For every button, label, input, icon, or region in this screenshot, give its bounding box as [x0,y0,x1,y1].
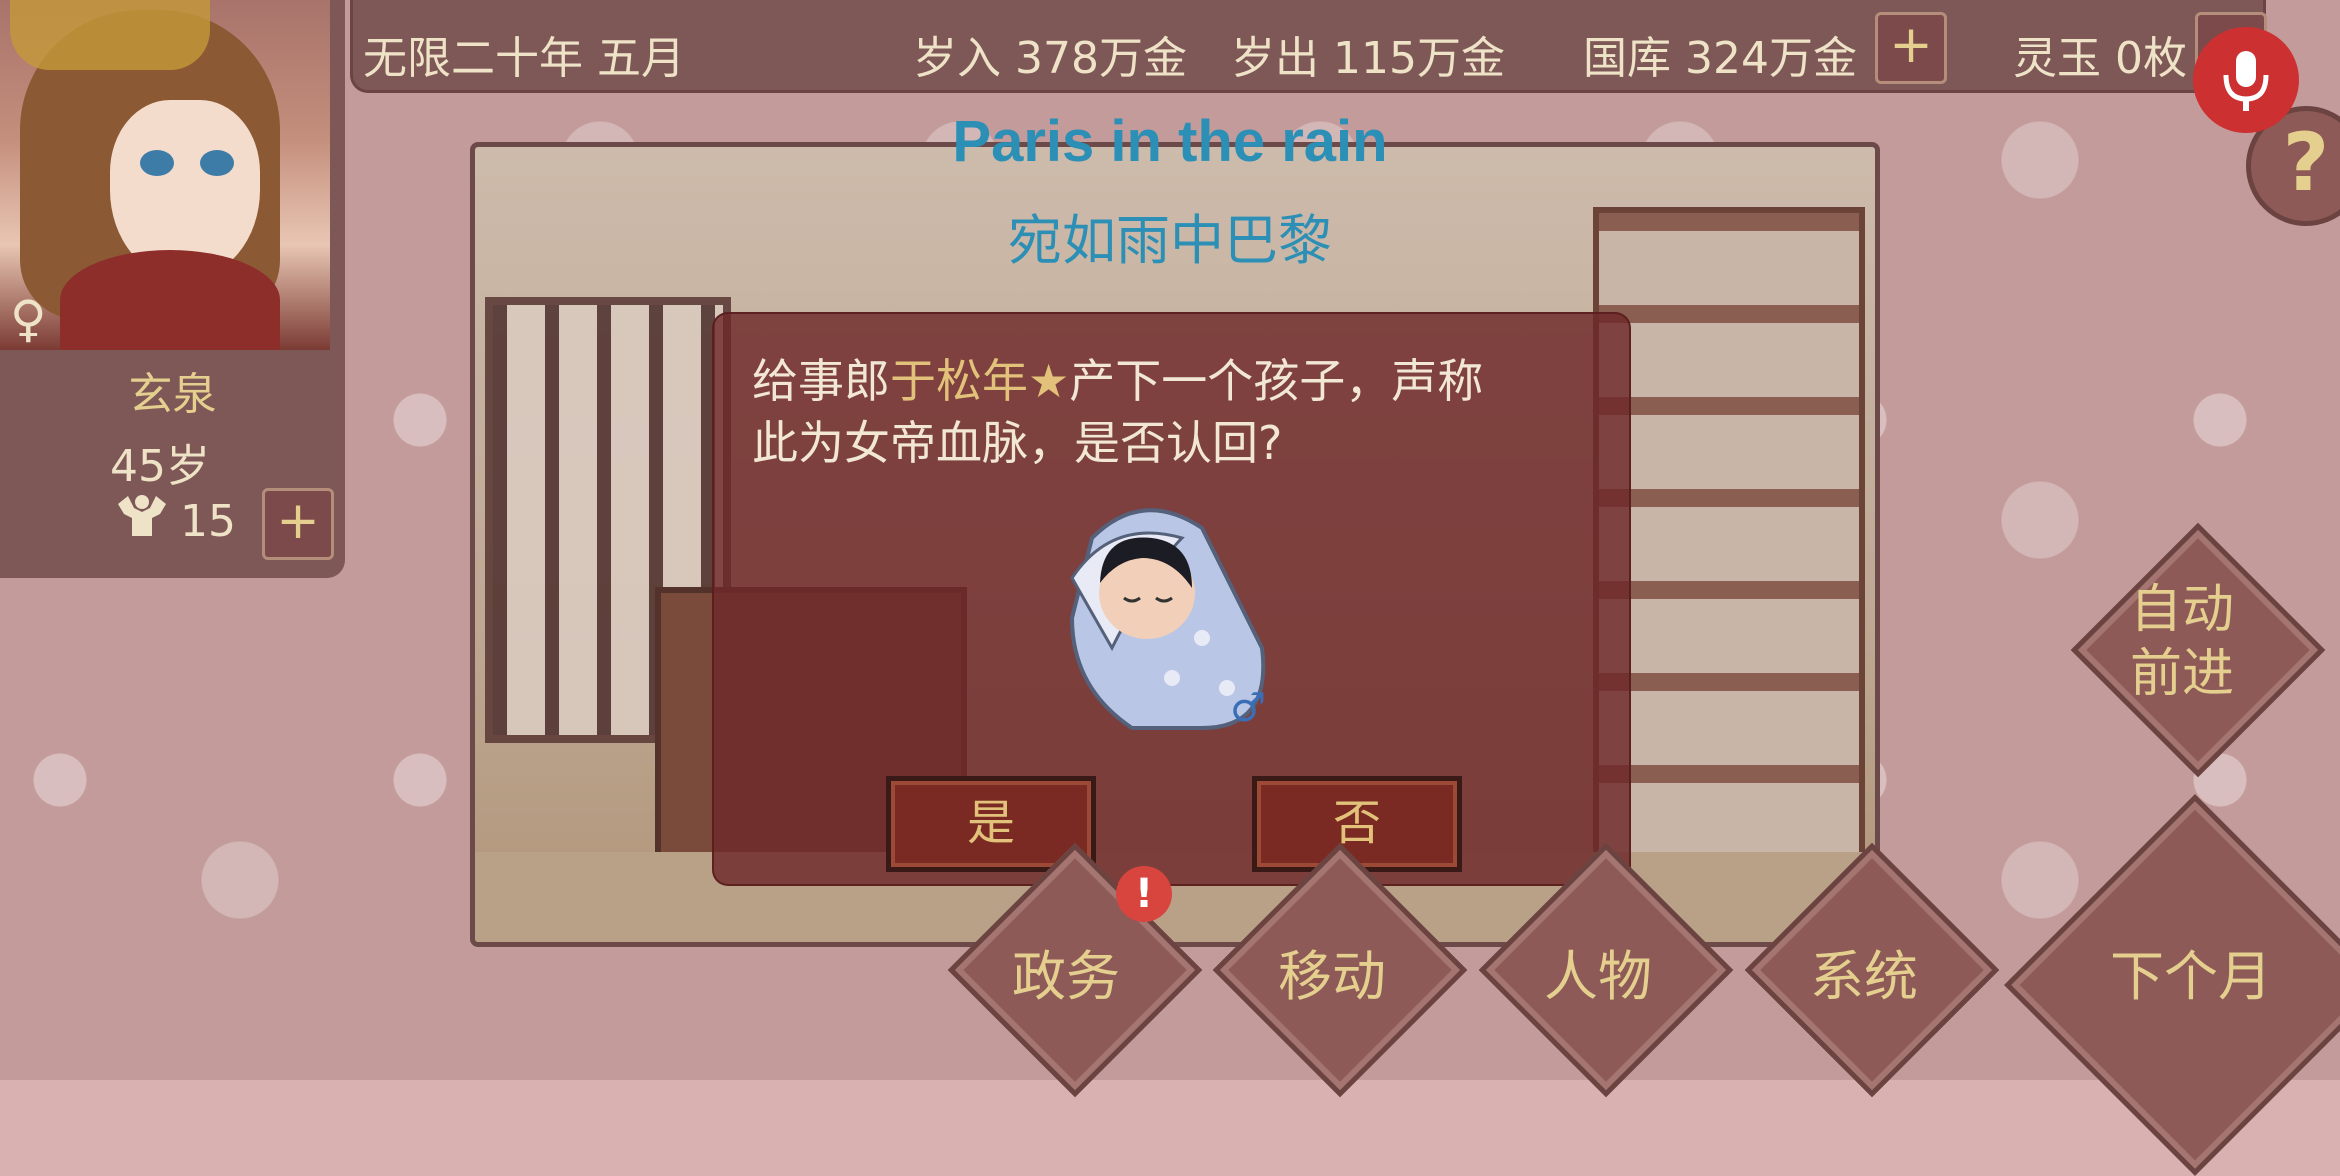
game-date: 无限二十年 五月 [363,33,685,84]
auto-advance-line1: 自动 [2130,580,2235,640]
female-icon: ♀ [10,290,47,348]
alert-badge: ! [1116,866,1172,922]
people-label: 人物 [1544,945,1652,1008]
system-label: 系统 [1810,945,1918,1008]
auto-advance-label: 自动 前进 [2130,578,2234,706]
male-icon: ♂ [1230,685,1266,731]
microphone-icon [2223,51,2269,111]
strength-icon [112,492,172,554]
dialog-line1-rest: 产下一个孩子，声称 [1069,354,1484,408]
strength-value: 15 [180,496,236,547]
character-card[interactable]: ♀ 玄泉 45岁 15 + [0,0,345,578]
move-label: 移动 [1278,945,1386,1008]
jade-label: 灵玉 0枚 [2013,33,2187,84]
treasury-label: 国库 324万金 [1583,33,1857,84]
add-treasury-button[interactable]: + [1875,12,1947,84]
character-age: 45岁 [110,441,210,492]
dialog-prefix: 给事郎 [752,354,890,408]
star-icon: ★ [1028,354,1070,408]
dialog-line2: 此为女帝血脉，是否认回? [752,416,1283,470]
top-status-bar: 无限二十年 五月 岁入 378万金 岁出 115万金 国库 324万金 + 灵玉… [350,0,2267,93]
no-button[interactable]: 否 [1252,776,1462,872]
microphone-button[interactable] [2193,27,2299,133]
portrait-crown [10,0,210,70]
song-title-zh: 宛如雨中巴黎 [1008,209,1332,272]
baby-illustration: ♂ [1052,498,1272,733]
character-portrait [0,0,330,350]
auto-advance-line2: 前进 [2130,644,2235,704]
dialog-person-name[interactable]: 于松年 [890,354,1028,408]
event-dialog: 给事郎于松年★产下一个孩子，声称 此为女帝血脉，是否认回? ♂ 是 否 [712,312,1631,886]
income-label: 岁入 378万金 [913,33,1187,84]
expense-label: 岁出 115万金 [1231,33,1505,84]
affairs-label: 政务 [1012,945,1120,1008]
character-name: 玄泉 [128,369,217,420]
add-strength-button[interactable]: + [262,488,334,560]
dialog-message: 给事郎于松年★产下一个孩子，声称 此为女帝血脉，是否认回? [752,350,1602,474]
song-title-en: Paris in the rain [952,109,1388,174]
next-month-label: 下个月 [2110,945,2272,1008]
